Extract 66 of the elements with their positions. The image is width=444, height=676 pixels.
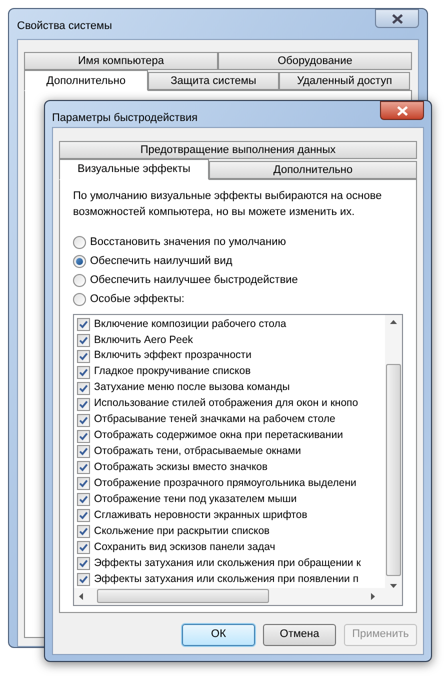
close-button[interactable] [380, 101, 424, 120]
checkbox[interactable] [77, 350, 90, 363]
checkbox[interactable] [77, 525, 90, 538]
radio-icon[interactable] [73, 236, 86, 249]
checkbox[interactable] [77, 493, 90, 506]
checkbox[interactable] [77, 572, 90, 586]
radio-option[interactable]: Восстановить значения по умолчанию [73, 234, 403, 250]
effect-option[interactable]: Отбрасывание теней значками на рабочем столе [77, 412, 385, 428]
close-icon [396, 106, 408, 116]
effect-option[interactable]: Гладкое прокручивание списков [77, 364, 385, 380]
checkbox[interactable] [77, 318, 90, 331]
radio-icon[interactable] [73, 255, 86, 268]
close-button[interactable] [375, 9, 419, 28]
effect-option[interactable]: Отображение прозрачного прямоугольника выделени [77, 476, 385, 492]
effect-option[interactable]: Отображение тени под указателем мыши [77, 492, 385, 508]
close-icon [392, 14, 402, 24]
effect-option[interactable]: Сохранить вид эскизов панели задач [77, 540, 385, 556]
vertical-scrollbar[interactable] [385, 314, 402, 588]
radio-option[interactable]: Особые эффекты: [73, 292, 403, 308]
effect-option[interactable]: Затухание меню после вызова команды [77, 380, 385, 396]
tab[interactable]: Дополнительно [209, 160, 417, 178]
window-title: Свойства системы [17, 19, 112, 34]
scroll-left-icon [79, 592, 83, 600]
checkbox[interactable] [77, 382, 90, 395]
dialog-title: Параметры быстродействия [52, 111, 198, 126]
radio-option[interactable]: Обеспечить наилучшее быстродействие [73, 272, 403, 288]
checkbox[interactable] [77, 477, 90, 490]
scroll-right-icon [371, 592, 375, 600]
tab[interactable]: Визуальные эффекты [59, 158, 209, 180]
checkbox[interactable] [77, 509, 90, 522]
effect-option[interactable]: Использование стилей отображения для окон и кнопо [77, 396, 385, 412]
tab[interactable]: Удаленный доступ [279, 72, 410, 90]
effect-option[interactable]: Отображать тени, отбрасываемые окнами [77, 444, 385, 460]
horizontal-scrollbar[interactable] [74, 588, 402, 604]
checkbox[interactable] [77, 366, 90, 379]
checkbox[interactable] [77, 334, 90, 347]
effect-option[interactable]: Скольжение при раскрытии списков [77, 524, 385, 540]
radio-option[interactable]: Обеспечить наилучший вид [73, 254, 403, 270]
checkbox[interactable] [77, 445, 90, 458]
tab[interactable]: Имя компьютера [24, 52, 218, 70]
effect-option[interactable]: Включить Aero Peek [77, 332, 385, 348]
checkbox[interactable] [77, 557, 90, 570]
checkbox[interactable] [77, 398, 90, 411]
radio-icon[interactable] [73, 293, 86, 306]
dialog-button[interactable]: Отмена [263, 624, 336, 646]
tab[interactable]: Оборудование [218, 52, 412, 70]
tab[interactable]: Дополнительно [24, 70, 148, 91]
effect-option[interactable]: Включить эффект прозрачности [77, 348, 385, 364]
effect-option[interactable]: Отображать эскизы вместо значков [77, 460, 385, 476]
scroll-thumb[interactable] [386, 364, 401, 576]
scroll-thumb[interactable] [97, 589, 269, 603]
radio-icon[interactable] [73, 274, 86, 287]
effect-option[interactable]: Эффекты затухания или скольжения при обращении к [77, 556, 385, 572]
checkbox[interactable] [77, 541, 90, 554]
effect-option[interactable]: Включение композиции рабочего стола [77, 316, 385, 332]
effect-option[interactable]: Эффекты затухания или скольжения при появлении п [77, 572, 385, 588]
checkbox[interactable] [77, 414, 90, 427]
description-text: По умолчанию визуальные эффекты выбираются на основе возможностей компьютера, но вы можете изменить их. [73, 188, 383, 220]
effect-option[interactable]: Сглаживать неровности экранных шрифтов [77, 508, 385, 524]
dialog-button[interactable]: ОК [182, 624, 255, 646]
tab[interactable]: Предотвращение выполнения данных [59, 140, 417, 158]
checkbox[interactable] [77, 461, 90, 474]
effect-option[interactable]: Отображать содержимое окна при перетаскивании [77, 428, 385, 444]
checkbox[interactable] [77, 430, 90, 443]
scroll-up-icon [390, 320, 397, 324]
tab[interactable]: Защита системы [148, 72, 279, 90]
